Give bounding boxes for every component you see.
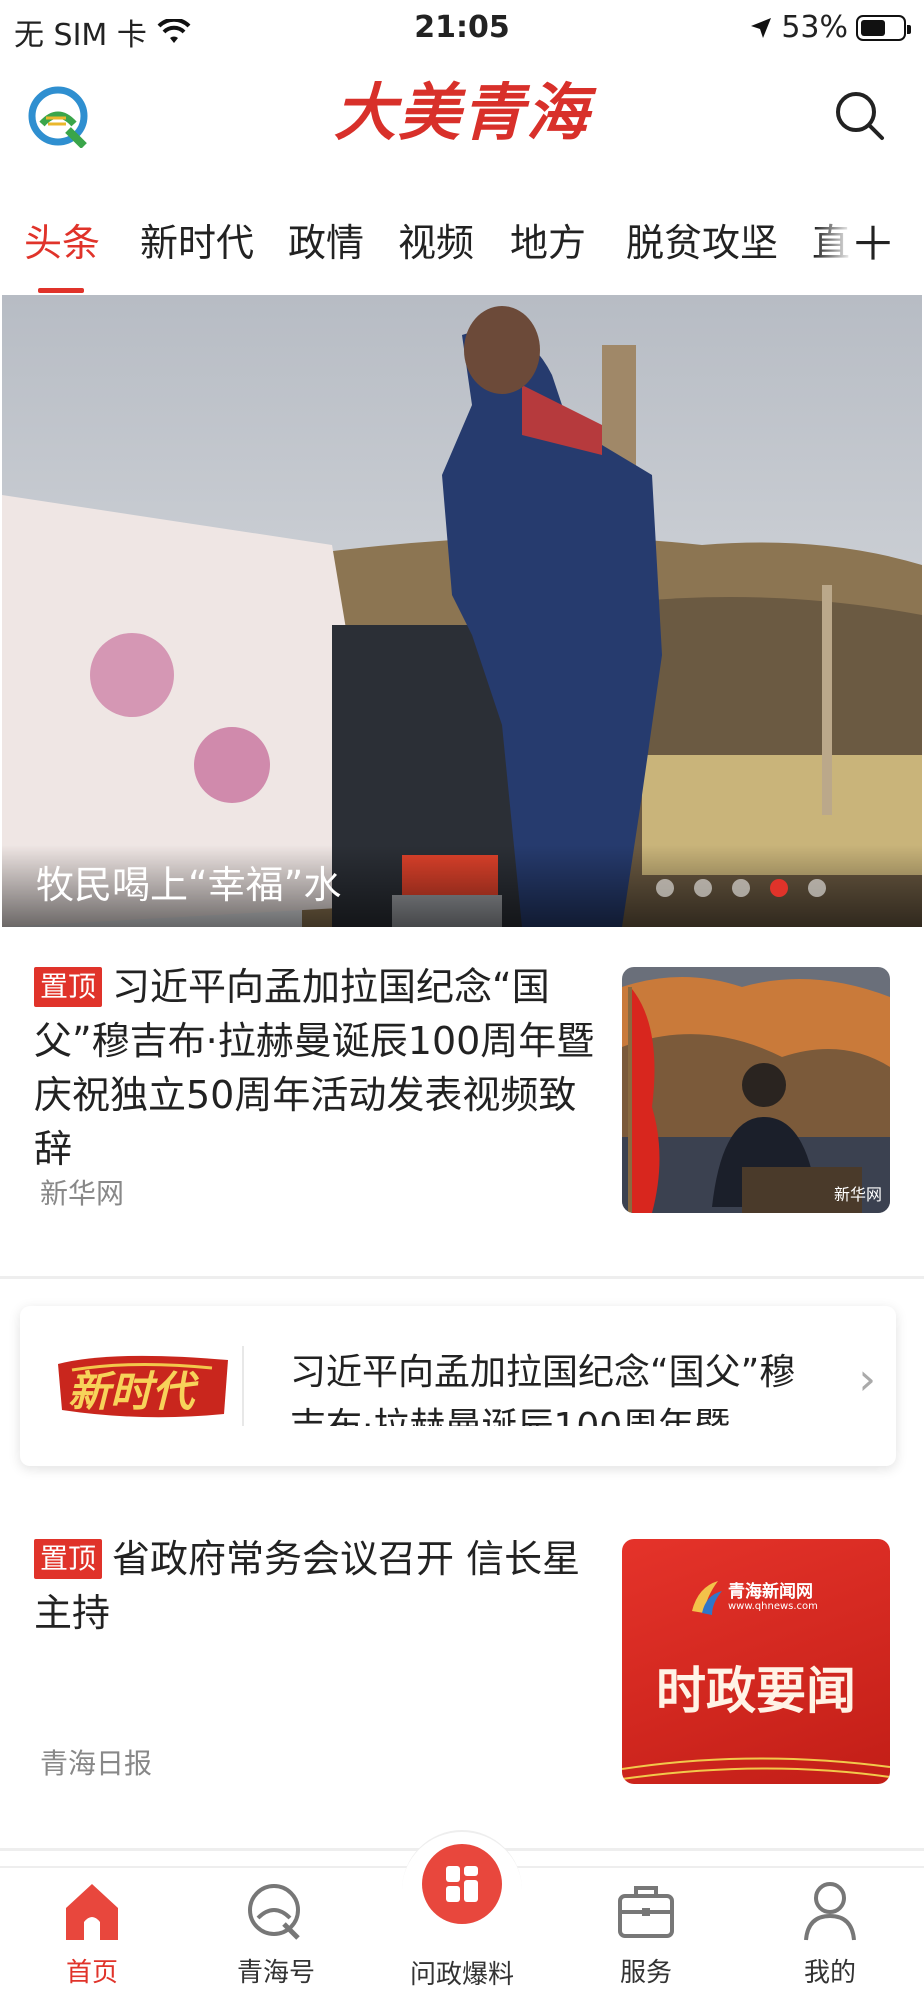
qinghai-account-icon (248, 1884, 300, 1940)
feature-headline: 习近平向孟加拉国纪念“国父”穆吉布·拉赫曼诞辰100周年暨... (290, 1352, 796, 1426)
thumbnail-watermark: 新华网 (833, 1185, 882, 1204)
hero-caption: 牧民喝上“幸福”水 (36, 863, 342, 907)
nav-services[interactable]: 服务 (586, 1878, 706, 1989)
carousel-dot[interactable] (656, 879, 674, 897)
nav-report-label: 问政爆料 (409, 1960, 514, 1990)
news-title[interactable]: 置顶 省政府常务会议召开 信长星主持 (34, 1532, 608, 1640)
tab-new-era[interactable]: 新时代 (140, 212, 254, 267)
carousel-dots (656, 879, 826, 897)
nav-report[interactable]: 问政爆料 (402, 1954, 522, 1991)
news-source: 新华网 (40, 1177, 125, 1210)
nav-services-label: 服务 (619, 1958, 672, 1988)
carousel-dot[interactable] (694, 879, 712, 897)
news-title-text: 省政府常务会议召开 信长星主持 (34, 1537, 581, 1635)
carousel-dot-active[interactable] (770, 879, 788, 897)
new-era-logo-text: 新时代 (68, 1367, 195, 1416)
pinned-badge: 置顶 (34, 1539, 103, 1579)
search-icon[interactable] (832, 88, 888, 144)
location-arrow-icon (751, 17, 772, 38)
nav-home-label: 首页 (65, 1958, 118, 1988)
report-button[interactable] (422, 1844, 502, 1924)
news-thumbnail-image (622, 967, 890, 1213)
qhnews-logo-icon (692, 1581, 722, 1615)
user-icon (804, 1882, 856, 1941)
carousel-dot[interactable] (732, 879, 750, 897)
nav-me[interactable]: 我的 (770, 1878, 890, 1989)
new-era-feature-card[interactable]: 新时代 习近平向孟加拉国纪念“国父”穆吉布·拉赫曼诞辰100周年暨... › (20, 1306, 896, 1466)
hero-caption-overlay: 牧民喝上“幸福”水 (2, 845, 922, 927)
report-icon (446, 1866, 478, 1902)
nav-qinghai-account-label: 青海号 (236, 1958, 315, 1988)
brand-logo-text: 大美青海 (333, 76, 590, 149)
pinned-badge: 置顶 (34, 967, 103, 1007)
tab-local[interactable]: 地方 (510, 212, 586, 267)
news-thumbnail[interactable]: 新华网 (622, 967, 890, 1213)
chevron-right-icon[interactable]: › (858, 1354, 876, 1405)
status-bar: 无 SIM 卡 21:05 53% (0, 0, 924, 60)
carousel-dot[interactable] (808, 879, 826, 897)
nav-qinghai-account[interactable]: 青海号 (216, 1878, 336, 1989)
new-era-logo: 新时代 (52, 1344, 232, 1428)
channel-tabs: 头条 新时代 政情 视频 地方 脱贫攻坚 直 (0, 200, 924, 296)
active-tab-indicator (38, 288, 84, 293)
qhnews-url: www.qhnews.com (728, 1601, 818, 1612)
qhnews-site-name: 青海新闻网 (728, 1582, 813, 1602)
tab-headlines[interactable]: 头条 (24, 212, 100, 267)
thumbnail-headline: 时政要闻 (656, 1661, 856, 1720)
hero-image (2, 295, 922, 927)
news-thumbnail[interactable]: 青海新闻网 www.qhnews.com 时政要闻 (622, 1539, 890, 1784)
card-separator (242, 1346, 244, 1426)
news-source: 青海日报 (40, 1747, 153, 1780)
nav-home[interactable]: 首页 (32, 1878, 152, 1989)
battery-status: 53% (749, 10, 911, 45)
add-channel-icon[interactable]: ＋ (850, 208, 896, 274)
decor-waves (622, 1757, 890, 1780)
home-icon (66, 1884, 118, 1940)
section-divider (0, 1276, 924, 1279)
battery-icon (856, 14, 911, 41)
news-title[interactable]: 置顶 习近平向孟加拉国纪念“国父”穆吉布·拉赫曼诞辰100周年暨庆祝独立50周年活… (34, 960, 608, 1176)
tab-politics[interactable]: 政情 (288, 212, 364, 267)
nav-me-label: 我的 (803, 1958, 856, 1988)
news-item[interactable]: 置顶 习近平向孟加拉国纪念“国父”穆吉布·拉赫曼诞辰100周年暨庆祝独立50周年活… (34, 960, 608, 1176)
tab-poverty[interactable]: 脱贫攻坚 (626, 212, 778, 267)
battery-percent: 53% (781, 10, 848, 45)
news-title-text: 习近平向孟加拉国纪念“国父”穆吉布·拉赫曼诞辰100周年暨庆祝独立50周年活动发… (34, 965, 595, 1171)
tab-video[interactable]: 视频 (398, 212, 474, 267)
hero-carousel[interactable]: 牧民喝上“幸福”水 (2, 295, 922, 927)
news-item[interactable]: 置顶 省政府常务会议召开 信长星主持 (34, 1532, 608, 1640)
briefcase-icon (618, 1886, 674, 1938)
